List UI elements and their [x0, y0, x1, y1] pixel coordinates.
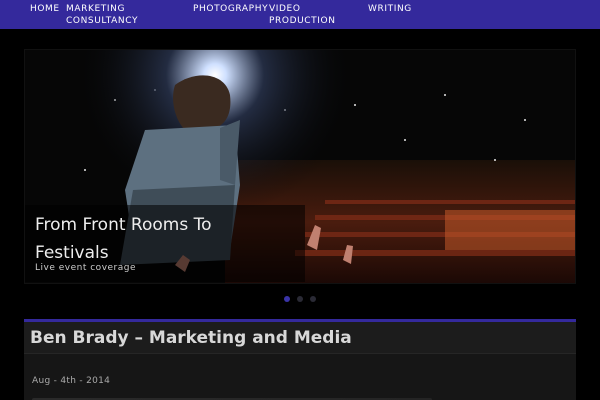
page-title: Ben Brady – Marketing and Media	[30, 328, 352, 348]
nav-item-writing-label: WRITING	[368, 4, 412, 14]
post-date: Aug - 4th - 2014	[32, 376, 111, 386]
nav-item-video-label-line1: VIDEO	[269, 4, 301, 14]
nav-item-marketing-consultancy[interactable]: MARKETING CONSULTANCY	[66, 3, 138, 27]
post-content: Ben Brady – Marketing and Media Aug - 4t…	[24, 319, 576, 400]
slide-caption-subtitle: Live event coverage	[35, 263, 137, 273]
slide-caption: From Front Rooms To Festivals Live event…	[25, 205, 305, 282]
top-navigation: HOME MARKETING CONSULTANCY PHOTOGRAPHY V…	[0, 0, 600, 29]
nav-item-marketing-label-line2: CONSULTANCY	[66, 16, 139, 26]
nav-item-marketing-label-line1: MARKETING	[66, 4, 126, 14]
slider-dot-3[interactable]	[310, 296, 316, 302]
nav-item-video-label-line2: PRODUCTION	[269, 16, 336, 26]
nav-item-video-production[interactable]: VIDEO PRODUCTION	[269, 3, 336, 27]
slider-dot-2[interactable]	[297, 296, 303, 302]
post-header: Ben Brady – Marketing and Media	[24, 322, 576, 354]
nav-item-photography[interactable]: PHOTOGRAPHY	[193, 3, 268, 15]
hero-slider[interactable]: From Front Rooms To Festivals Live event…	[24, 49, 576, 284]
slider-dot-1[interactable]	[284, 296, 290, 302]
nav-item-home-label: HOME	[30, 4, 60, 14]
nav-item-writing[interactable]: WRITING	[368, 3, 412, 15]
slide-caption-title: From Front Rooms To Festivals	[35, 215, 212, 263]
nav-item-photography-label: PHOTOGRAPHY	[193, 4, 269, 14]
nav-item-home[interactable]: HOME	[30, 3, 60, 15]
